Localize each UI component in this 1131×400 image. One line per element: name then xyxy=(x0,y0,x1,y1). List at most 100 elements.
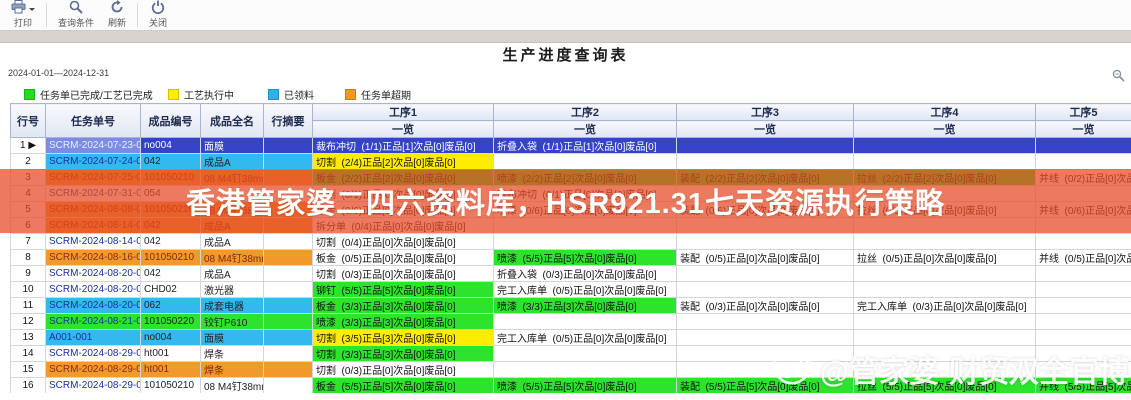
product-code-cell[interactable]: 101050220 xyxy=(141,314,201,330)
process-1-cell[interactable]: 切割 (0/3)正品[0]次品[0]废品[0] xyxy=(313,266,494,282)
row-number-cell[interactable]: 10 xyxy=(11,282,46,298)
process-3-cell[interactable] xyxy=(677,314,854,330)
magnifier-zoom-icon[interactable] xyxy=(1112,69,1125,87)
row-summary-cell[interactable] xyxy=(264,234,313,250)
product-code-cell[interactable]: 062 xyxy=(141,298,201,314)
row-number-cell[interactable]: 15 xyxy=(11,362,46,378)
task-number-cell[interactable]: A001-001 xyxy=(46,330,141,346)
task-number-cell[interactable]: SCRM-2024-08-20-00014 xyxy=(46,282,141,298)
row-summary-cell[interactable] xyxy=(264,314,313,330)
process-2-cell[interactable] xyxy=(494,362,677,378)
process-2-cell[interactable]: 完工入库单 (0/5)正品[0]次品[0]废品[0] xyxy=(494,330,677,346)
process-4-cell[interactable] xyxy=(854,314,1036,330)
task-number-cell[interactable]: SCRM-2024-08-14-00011 xyxy=(46,234,141,250)
process-2-cell[interactable]: 喷漆 (5/5)正品[5]次品[0]废品[0] xyxy=(494,250,677,266)
row-summary-cell[interactable] xyxy=(264,250,313,266)
process-1-cell[interactable]: 板金 (0/5)正品[0]次品[0]废品[0] xyxy=(313,250,494,266)
product-code-cell[interactable]: 042 xyxy=(141,154,201,170)
query-conditions-button[interactable]: 查询条件 xyxy=(51,0,101,32)
row-summary-cell[interactable] xyxy=(264,298,313,314)
product-name-cell[interactable]: 铰钉P610 xyxy=(201,314,264,330)
row-number-cell[interactable]: 9 xyxy=(11,266,46,282)
process-1-cell[interactable]: 切割 (3/5)正品[3]次品[0]废品[0] xyxy=(313,330,494,346)
row-number-cell[interactable]: 11 xyxy=(11,298,46,314)
print-button[interactable]: 打印 xyxy=(4,0,42,32)
product-name-cell[interactable]: 面膜 xyxy=(201,330,264,346)
process-4-cell[interactable] xyxy=(854,154,1036,170)
process-4-cell[interactable] xyxy=(854,266,1036,282)
product-name-cell[interactable]: 08 M4钉38mm(2000 xyxy=(201,250,264,266)
process-5-cell[interactable] xyxy=(1036,234,1131,250)
product-name-cell[interactable]: 成品A xyxy=(201,234,264,250)
product-code-cell[interactable]: 042 xyxy=(141,234,201,250)
process-5-cell[interactable] xyxy=(1036,298,1131,314)
process-5-cell[interactable] xyxy=(1036,314,1131,330)
process-3-cell[interactable] xyxy=(677,330,854,346)
product-name-cell[interactable]: 08 M4钉38mm(2000 xyxy=(201,378,264,394)
row-summary-cell[interactable] xyxy=(264,154,313,170)
process-2-cell[interactable]: 喷漆 (5/5)正品[5]次品[0]废品[0] xyxy=(494,378,677,394)
process-1-cell[interactable]: 切割 (0/3)正品[0]次品[0]废品[0] xyxy=(313,362,494,378)
process-5-cell[interactable] xyxy=(1036,138,1131,154)
product-code-cell[interactable]: 101050210 xyxy=(141,250,201,266)
row-summary-cell[interactable] xyxy=(264,378,313,394)
product-name-cell[interactable]: 焊条 xyxy=(201,362,264,378)
product-code-cell[interactable]: CHD02 xyxy=(141,282,201,298)
process-1-cell[interactable]: 铆钉 (5/5)正品[5]次品[0]废品[0] xyxy=(313,282,494,298)
row-number-cell[interactable]: 13 xyxy=(11,330,46,346)
process-1-cell[interactable]: 板金 (3/3)正品[3]次品[0]废品[0] xyxy=(313,298,494,314)
task-number-cell[interactable]: SCRM-2024-08-29-00021 xyxy=(46,362,141,378)
process-4-cell[interactable] xyxy=(854,282,1036,298)
process-4-cell[interactable]: 拉丝 (0/5)正品[0]次品[0]废品[0] xyxy=(854,250,1036,266)
row-number-cell[interactable]: 14 xyxy=(11,346,46,362)
process-1-cell[interactable]: 喷漆 (3/3)正品[3]次品[0]废品[0] xyxy=(313,314,494,330)
row-number-cell[interactable]: 16 xyxy=(11,378,46,394)
process-2-cell[interactable] xyxy=(494,314,677,330)
task-number-cell[interactable]: SCRM-2024-08-29-00020 xyxy=(46,346,141,362)
process-1-cell[interactable]: 裁布冲切 (1/1)正品[1]次品[0]废品[0] xyxy=(313,138,494,154)
process-4-cell[interactable] xyxy=(854,234,1036,250)
row-summary-cell[interactable] xyxy=(264,346,313,362)
row-number-cell[interactable]: 2 xyxy=(11,154,46,170)
process-2-cell[interactable]: 喷漆 (3/3)正品[3]次品[0]废品[0] xyxy=(494,298,677,314)
process-2-cell[interactable]: 折叠入袋 (1/1)正品[1]次品[0]废品[0] xyxy=(494,138,677,154)
process-5-cell[interactable]: 并线 (0/5)正品[0]次品[0]废品[0] xyxy=(1036,250,1131,266)
product-code-cell[interactable]: no004 xyxy=(141,138,201,154)
process-2-cell[interactable]: 折叠入袋 (0/3)正品[0]次品[0]废品[0] xyxy=(494,266,677,282)
process-3-cell[interactable] xyxy=(677,154,854,170)
product-code-cell[interactable]: 101050210 xyxy=(141,378,201,394)
process-3-cell[interactable]: 装配 (0/3)正品[0]次品[0]废品[0] xyxy=(677,298,854,314)
process-3-cell[interactable] xyxy=(677,282,854,298)
process-4-cell[interactable] xyxy=(854,330,1036,346)
row-number-cell[interactable]: 1 ▶ xyxy=(11,138,46,154)
row-summary-cell[interactable] xyxy=(264,330,313,346)
product-name-cell[interactable]: 面膜 xyxy=(201,138,264,154)
process-2-cell[interactable] xyxy=(494,154,677,170)
process-4-cell[interactable] xyxy=(854,138,1036,154)
process-5-cell[interactable] xyxy=(1036,282,1131,298)
task-number-cell[interactable]: SCRM-2024-08-16-00012 xyxy=(46,250,141,266)
process-2-cell[interactable]: 完工入库单 (0/5)正品[0]次品[0]废品[0] xyxy=(494,282,677,298)
product-code-cell[interactable]: no004 xyxy=(141,330,201,346)
process-1-cell[interactable]: 板金 (5/5)正品[5]次品[0]废品[0] xyxy=(313,378,494,394)
process-1-cell[interactable]: 切割 (3/3)正品[3]次品[0]废品[0] xyxy=(313,346,494,362)
print-dropdown-caret-icon[interactable] xyxy=(29,8,35,14)
task-number-cell[interactable]: SCRM-2024-07-23-00001 xyxy=(46,138,141,154)
product-name-cell[interactable]: 成套电器 xyxy=(201,298,264,314)
row-number-cell[interactable]: 12 xyxy=(11,314,46,330)
process-3-cell[interactable] xyxy=(677,266,854,282)
product-code-cell[interactable]: 042 xyxy=(141,266,201,282)
row-summary-cell[interactable] xyxy=(264,266,313,282)
process-3-cell[interactable] xyxy=(677,234,854,250)
row-number-cell[interactable]: 8 xyxy=(11,250,46,266)
process-5-cell[interactable] xyxy=(1036,266,1131,282)
process-2-cell[interactable] xyxy=(494,346,677,362)
product-name-cell[interactable]: 焊条 xyxy=(201,346,264,362)
process-3-cell[interactable]: 装配 (0/5)正品[0]次品[0]废品[0] xyxy=(677,250,854,266)
task-number-cell[interactable]: SCRM-2024-08-20-00013 xyxy=(46,266,141,282)
process-3-cell[interactable] xyxy=(677,138,854,154)
product-name-cell[interactable]: 成品A xyxy=(201,154,264,170)
task-number-cell[interactable]: SCRM-2024-07-24-00002 xyxy=(46,154,141,170)
product-name-cell[interactable]: 激光器 xyxy=(201,282,264,298)
row-summary-cell[interactable] xyxy=(264,138,313,154)
